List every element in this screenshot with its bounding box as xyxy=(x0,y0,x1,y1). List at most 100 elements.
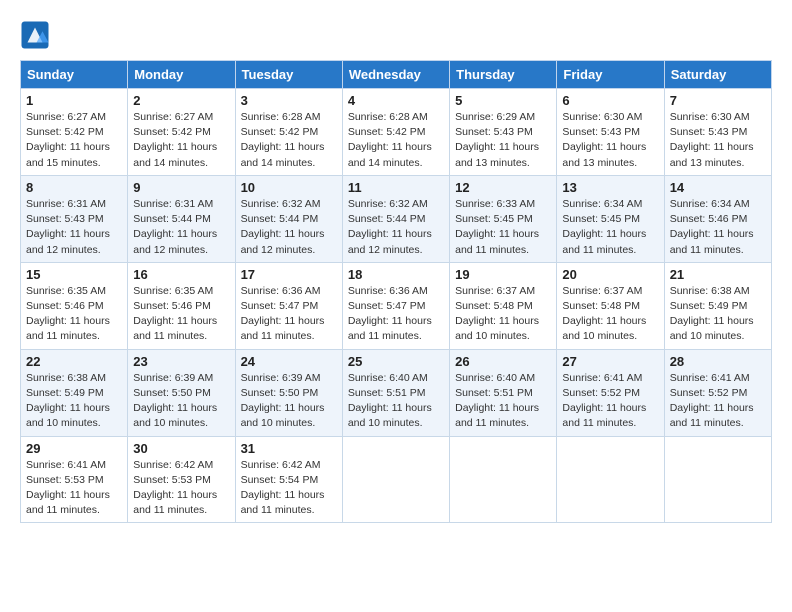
day-number: 9 xyxy=(133,180,229,195)
calendar-cell: 23Sunrise: 6:39 AM Sunset: 5:50 PM Dayli… xyxy=(128,349,235,436)
col-header-saturday: Saturday xyxy=(664,61,771,89)
day-number: 2 xyxy=(133,93,229,108)
col-header-thursday: Thursday xyxy=(450,61,557,89)
cell-text: Sunrise: 6:36 AM Sunset: 5:47 PM Dayligh… xyxy=(348,284,444,345)
day-number: 26 xyxy=(455,354,551,369)
cell-text: Sunrise: 6:28 AM Sunset: 5:42 PM Dayligh… xyxy=(241,110,337,171)
calendar-cell: 29 Sunrise: 6:41 AM Sunset: 5:53 PM Dayli… xyxy=(21,436,128,523)
col-header-friday: Friday xyxy=(557,61,664,89)
day-number: 30 xyxy=(133,441,229,456)
calendar-cell: 13 Sunrise: 6:34 AM Sunset: 5:45 PM Dayli… xyxy=(557,175,664,262)
day-number: 31 xyxy=(241,441,337,456)
calendar-cell: 26 Sunrise: 6:40 AM Sunset: 5:51 PM Dayli… xyxy=(450,349,557,436)
day-number: 27 xyxy=(562,354,658,369)
calendar-week-4: 22 Sunrise: 6:38 AM Sunset: 5:49 PM Dayli… xyxy=(21,349,772,436)
calendar-cell: 17 Sunrise: 6:36 AM Sunset: 5:47 PM Dayli… xyxy=(235,262,342,349)
cell-text: Sunrise: 6:41 AM Sunset: 5:52 PM Dayligh… xyxy=(670,371,766,432)
col-header-monday: Monday xyxy=(128,61,235,89)
cell-text: Sunrise: 6:39 AM Sunset: 5:50 PM Dayligh… xyxy=(133,371,229,432)
cell-text: Sunrise: 6:37 AM Sunset: 5:48 PM Dayligh… xyxy=(455,284,551,345)
day-number: 8 xyxy=(26,180,122,195)
cell-text: Sunrise: 6:31 AM Sunset: 5:44 PM Dayligh… xyxy=(133,197,229,258)
day-number: 21 xyxy=(670,267,766,282)
day-number: 11 xyxy=(348,180,444,195)
day-number: 17 xyxy=(241,267,337,282)
day-number: 7 xyxy=(670,93,766,108)
calendar-cell: 6Sunrise: 6:30 AM Sunset: 5:43 PM Daylig… xyxy=(557,89,664,176)
logo xyxy=(20,20,54,50)
calendar-cell: 12Sunrise: 6:33 AM Sunset: 5:45 PM Dayli… xyxy=(450,175,557,262)
cell-text: Sunrise: 6:34 AM Sunset: 5:46 PM Dayligh… xyxy=(670,197,766,258)
cell-text: Sunrise: 6:40 AM Sunset: 5:51 PM Dayligh… xyxy=(455,371,551,432)
day-number: 18 xyxy=(348,267,444,282)
cell-text: Sunrise: 6:38 AM Sunset: 5:49 PM Dayligh… xyxy=(26,371,122,432)
calendar-week-5: 29 Sunrise: 6:41 AM Sunset: 5:53 PM Dayli… xyxy=(21,436,772,523)
day-number: 22 xyxy=(26,354,122,369)
calendar-cell: 4 Sunrise: 6:28 AM Sunset: 5:42 PM Daylig… xyxy=(342,89,449,176)
day-number: 24 xyxy=(241,354,337,369)
day-number: 15 xyxy=(26,267,122,282)
calendar-cell: 21 Sunrise: 6:38 AM Sunset: 5:49 PM Dayli… xyxy=(664,262,771,349)
cell-text: Sunrise: 6:27 AM Sunset: 5:42 PM Dayligh… xyxy=(133,110,229,171)
calendar-cell: 7 Sunrise: 6:30 AM Sunset: 5:43 PM Daylig… xyxy=(664,89,771,176)
calendar-cell: 8 Sunrise: 6:31 AM Sunset: 5:43 PM Daylig… xyxy=(21,175,128,262)
calendar-week-2: 8 Sunrise: 6:31 AM Sunset: 5:43 PM Daylig… xyxy=(21,175,772,262)
cell-text: Sunrise: 6:36 AM Sunset: 5:47 PM Dayligh… xyxy=(241,284,337,345)
cell-text: Sunrise: 6:41 AM Sunset: 5:52 PM Dayligh… xyxy=(562,371,658,432)
calendar-cell: 22 Sunrise: 6:38 AM Sunset: 5:49 PM Dayli… xyxy=(21,349,128,436)
day-number: 16 xyxy=(133,267,229,282)
calendar-cell: 9 Sunrise: 6:31 AM Sunset: 5:44 PM Daylig… xyxy=(128,175,235,262)
calendar-table: SundayMondayTuesdayWednesdayThursdayFrid… xyxy=(20,60,772,523)
logo-icon xyxy=(20,20,50,50)
cell-text: Sunrise: 6:34 AM Sunset: 5:45 PM Dayligh… xyxy=(562,197,658,258)
calendar-cell: 11 Sunrise: 6:32 AM Sunset: 5:44 PM Dayli… xyxy=(342,175,449,262)
calendar-cell: 5 Sunrise: 6:29 AM Sunset: 5:43 PM Daylig… xyxy=(450,89,557,176)
cell-text: Sunrise: 6:31 AM Sunset: 5:43 PM Dayligh… xyxy=(26,197,122,258)
cell-text: Sunrise: 6:35 AM Sunset: 5:46 PM Dayligh… xyxy=(133,284,229,345)
cell-text: Sunrise: 6:38 AM Sunset: 5:49 PM Dayligh… xyxy=(670,284,766,345)
cell-text: Sunrise: 6:30 AM Sunset: 5:43 PM Dayligh… xyxy=(670,110,766,171)
calendar-cell: 14 Sunrise: 6:34 AM Sunset: 5:46 PM Dayli… xyxy=(664,175,771,262)
day-number: 29 xyxy=(26,441,122,456)
col-header-wednesday: Wednesday xyxy=(342,61,449,89)
cell-text: Sunrise: 6:35 AM Sunset: 5:46 PM Dayligh… xyxy=(26,284,122,345)
cell-text: Sunrise: 6:29 AM Sunset: 5:43 PM Dayligh… xyxy=(455,110,551,171)
calendar-cell: 25 Sunrise: 6:40 AM Sunset: 5:51 PM Dayli… xyxy=(342,349,449,436)
col-header-sunday: Sunday xyxy=(21,61,128,89)
calendar-cell xyxy=(664,436,771,523)
cell-text: Sunrise: 6:41 AM Sunset: 5:53 PM Dayligh… xyxy=(26,458,122,519)
calendar-cell: 30 Sunrise: 6:42 AM Sunset: 5:53 PM Dayli… xyxy=(128,436,235,523)
calendar-cell: 10Sunrise: 6:32 AM Sunset: 5:44 PM Dayli… xyxy=(235,175,342,262)
calendar-cell: 2 Sunrise: 6:27 AM Sunset: 5:42 PM Daylig… xyxy=(128,89,235,176)
calendar-cell: 24 Sunrise: 6:39 AM Sunset: 5:50 PM Dayli… xyxy=(235,349,342,436)
day-number: 3 xyxy=(241,93,337,108)
cell-text: Sunrise: 6:40 AM Sunset: 5:51 PM Dayligh… xyxy=(348,371,444,432)
col-header-tuesday: Tuesday xyxy=(235,61,342,89)
cell-text: Sunrise: 6:42 AM Sunset: 5:53 PM Dayligh… xyxy=(133,458,229,519)
calendar-week-3: 15 Sunrise: 6:35 AM Sunset: 5:46 PM Dayli… xyxy=(21,262,772,349)
calendar-cell xyxy=(450,436,557,523)
day-number: 20 xyxy=(562,267,658,282)
calendar-cell xyxy=(342,436,449,523)
day-number: 13 xyxy=(562,180,658,195)
day-number: 4 xyxy=(348,93,444,108)
calendar-cell: 19 Sunrise: 6:37 AM Sunset: 5:48 PM Dayli… xyxy=(450,262,557,349)
calendar-cell: 15 Sunrise: 6:35 AM Sunset: 5:46 PM Dayli… xyxy=(21,262,128,349)
calendar-cell: 31Sunrise: 6:42 AM Sunset: 5:54 PM Dayli… xyxy=(235,436,342,523)
day-number: 28 xyxy=(670,354,766,369)
day-number: 5 xyxy=(455,93,551,108)
day-number: 25 xyxy=(348,354,444,369)
calendar-cell: 28 Sunrise: 6:41 AM Sunset: 5:52 PM Dayli… xyxy=(664,349,771,436)
day-number: 6 xyxy=(562,93,658,108)
cell-text: Sunrise: 6:28 AM Sunset: 5:42 PM Dayligh… xyxy=(348,110,444,171)
calendar-cell: 18 Sunrise: 6:36 AM Sunset: 5:47 PM Dayli… xyxy=(342,262,449,349)
cell-text: Sunrise: 6:39 AM Sunset: 5:50 PM Dayligh… xyxy=(241,371,337,432)
day-number: 19 xyxy=(455,267,551,282)
cell-text: Sunrise: 6:32 AM Sunset: 5:44 PM Dayligh… xyxy=(348,197,444,258)
day-number: 14 xyxy=(670,180,766,195)
calendar-cell: 16 Sunrise: 6:35 AM Sunset: 5:46 PM Dayli… xyxy=(128,262,235,349)
cell-text: Sunrise: 6:37 AM Sunset: 5:48 PM Dayligh… xyxy=(562,284,658,345)
calendar-week-1: 1Sunrise: 6:27 AM Sunset: 5:42 PM Daylig… xyxy=(21,89,772,176)
calendar-cell: 3 Sunrise: 6:28 AM Sunset: 5:42 PM Daylig… xyxy=(235,89,342,176)
calendar-header-row: SundayMondayTuesdayWednesdayThursdayFrid… xyxy=(21,61,772,89)
